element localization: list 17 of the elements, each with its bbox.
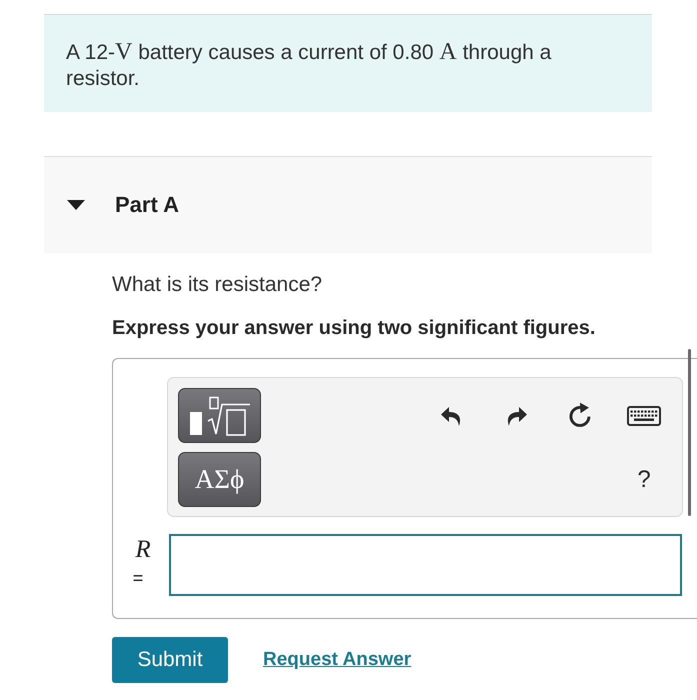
instruction-text: Express your answer using two significant figures. bbox=[112, 316, 596, 341]
reset-icon[interactable] bbox=[566, 402, 594, 429]
submit-button[interactable]: Submit bbox=[112, 637, 228, 683]
equals-sign: = bbox=[132, 567, 144, 590]
part-title: Part A bbox=[115, 192, 179, 218]
keyboard-icon[interactable] bbox=[627, 406, 661, 426]
help-button[interactable]: ? bbox=[637, 466, 651, 494]
templates-button[interactable] bbox=[178, 388, 261, 443]
caret-icon[interactable] bbox=[67, 200, 85, 210]
symbols-button[interactable]: ΑΣϕ bbox=[178, 452, 261, 507]
root-template-icon bbox=[188, 396, 250, 436]
question-text: What is its resistance? bbox=[112, 272, 324, 298]
problem-text: A 12-V battery causes a current of 0.80 A through a resistor. bbox=[66, 39, 552, 92]
answer-field[interactable] bbox=[169, 534, 682, 596]
request-answer-link[interactable]: Request Answer bbox=[263, 649, 412, 671]
variable-label: R bbox=[135, 536, 151, 564]
scrollbar-thumb[interactable] bbox=[688, 349, 691, 516]
